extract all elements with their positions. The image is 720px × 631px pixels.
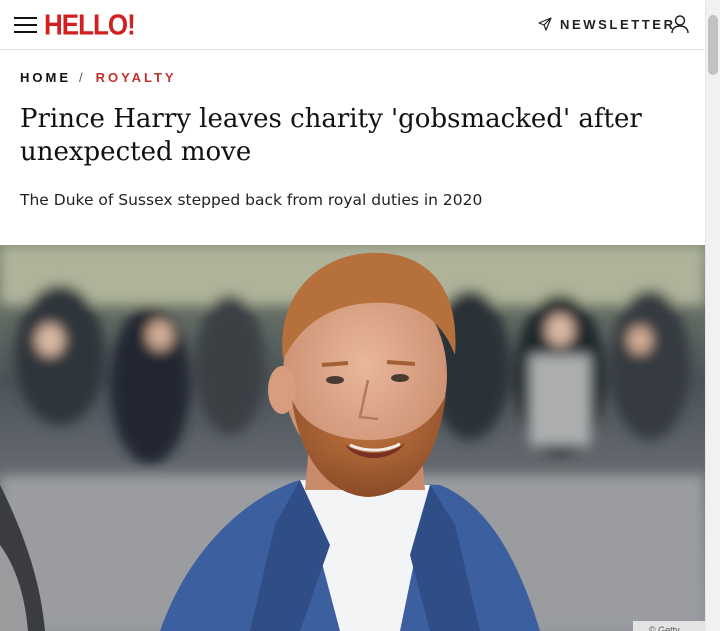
- breadcrumb-home-link[interactable]: HOME: [20, 70, 71, 85]
- breadcrumb-separator: /: [79, 70, 86, 85]
- scrollbar[interactable]: [705, 0, 720, 631]
- page: HELLO! NEWSLETTER HOME / ROYALTY Prince …: [0, 0, 705, 631]
- send-icon: [538, 17, 552, 31]
- user-icon[interactable]: [669, 13, 691, 35]
- site-logo[interactable]: HELLO!: [44, 10, 136, 39]
- newsletter-link[interactable]: NEWSLETTER: [538, 12, 676, 36]
- newsletter-label: NEWSLETTER: [560, 16, 676, 32]
- breadcrumb-category-link[interactable]: ROYALTY: [96, 70, 177, 85]
- breadcrumb: HOME / ROYALTY: [20, 70, 177, 85]
- article-title: Prince Harry leaves charity 'gobsmacked'…: [20, 104, 642, 167]
- article-subtitle: The Duke of Sussex stepped back from roy…: [20, 191, 483, 209]
- menu-icon[interactable]: [14, 14, 38, 34]
- hero-photo: [0, 245, 705, 631]
- hero-image: © Getty: [0, 245, 705, 631]
- scrollbar-thumb[interactable]: [708, 15, 718, 75]
- image-credit: © Getty: [633, 621, 705, 631]
- site-header: HELLO! NEWSLETTER: [0, 0, 705, 50]
